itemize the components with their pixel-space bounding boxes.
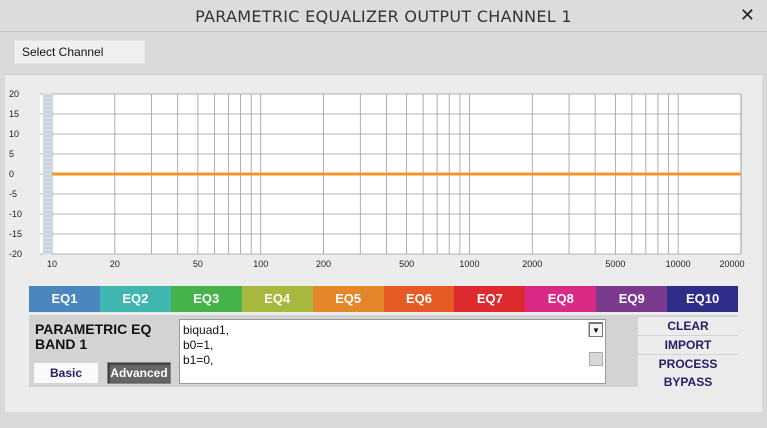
biquad-coefficients-textarea[interactable]: biquad1, b0=1, b1=0, ▲ ▼: [179, 319, 606, 384]
y-axis: 20 15 10 5 0 -5 -10 -15 -20: [9, 89, 22, 259]
code-scrollbar[interactable]: ▲ ▼: [588, 322, 603, 366]
x-tick-label: 20: [110, 259, 120, 269]
band-editor: PARAMETRIC EQ BAND 1 Basic Advanced biqu…: [29, 315, 738, 391]
scroll-thumb[interactable]: [589, 352, 603, 366]
tab-eq4[interactable]: EQ4: [241, 286, 313, 312]
y-tick-label: -15: [9, 229, 22, 239]
bypass-button[interactable]: BYPASS: [638, 373, 738, 391]
y-tick-label: 10: [9, 129, 19, 139]
x-tick-label: 5000: [605, 259, 625, 269]
code-line: b1=0,: [183, 353, 214, 367]
advanced-button[interactable]: Advanced: [107, 362, 171, 384]
band-actions: CLEAR IMPORT PROCESS BYPASS: [638, 315, 738, 391]
tab-eq1[interactable]: EQ1: [29, 286, 100, 312]
y-tick-label: 20: [9, 89, 19, 99]
chart-strip-marks: [43, 93, 52, 255]
x-tick-label: 10: [47, 259, 57, 269]
clear-button[interactable]: CLEAR: [638, 317, 738, 335]
band-title: PARAMETRIC EQ BAND 1: [35, 321, 152, 352]
y-tick-label: 5: [9, 149, 14, 159]
x-tick-label: 100: [253, 259, 268, 269]
import-button[interactable]: IMPORT: [638, 336, 738, 354]
y-tick-label: 15: [9, 109, 19, 119]
x-tick-label: 50: [193, 259, 203, 269]
eq-band-tabs: EQ1 EQ2 EQ3 EQ4 EQ5 EQ6 EQ7 EQ8 EQ9 EQ10: [29, 286, 739, 312]
tab-eq7[interactable]: EQ7: [454, 286, 526, 312]
y-tick-label: -20: [9, 249, 22, 259]
x-tick-label: 20000: [719, 259, 744, 269]
close-icon[interactable]: ✕: [740, 5, 755, 26]
tab-eq9[interactable]: EQ9: [596, 286, 668, 312]
process-button[interactable]: PROCESS: [638, 355, 738, 373]
y-tick-label: -10: [9, 209, 22, 219]
y-tick-label: 0: [9, 169, 14, 179]
code-line: b0=1,: [183, 338, 214, 352]
eq-panel: 20 15 10 5 0 -5 -10 -15 -20 10 20 50 100 200 500 1000 2…: [5, 74, 762, 412]
window-title: PARAMETRIC EQUALIZER OUTPUT CHANNEL 1: [195, 7, 572, 26]
code-line: biquad1,: [183, 323, 230, 337]
tab-eq5[interactable]: EQ5: [312, 286, 384, 312]
basic-button[interactable]: Basic: [34, 363, 98, 383]
x-tick-label: 1000: [459, 259, 479, 269]
x-axis: 10 20 50 100 200 500 1000 2000 5000 10000 20000: [47, 259, 745, 269]
select-channel-button[interactable]: Select Channel: [14, 40, 145, 64]
tab-eq8[interactable]: EQ8: [525, 286, 597, 312]
x-tick-label: 2000: [522, 259, 542, 269]
tab-eq10[interactable]: EQ10: [667, 286, 739, 312]
scroll-down-icon[interactable]: ▼: [589, 323, 603, 337]
x-tick-label: 200: [316, 259, 331, 269]
tab-eq3[interactable]: EQ3: [170, 286, 242, 312]
tab-eq6[interactable]: EQ6: [383, 286, 455, 312]
title-bar: PARAMETRIC EQUALIZER OUTPUT CHANNEL 1 ✕: [0, 0, 767, 32]
tab-eq2[interactable]: EQ2: [99, 286, 171, 312]
frequency-response-chart: 20151050-5-10-15-20 10 20 50 100 200 500 1000 2…: [9, 89, 745, 269]
x-tick-label: 10000: [666, 259, 691, 269]
x-tick-label: 500: [399, 259, 414, 269]
y-tick-label: -5: [9, 189, 17, 199]
